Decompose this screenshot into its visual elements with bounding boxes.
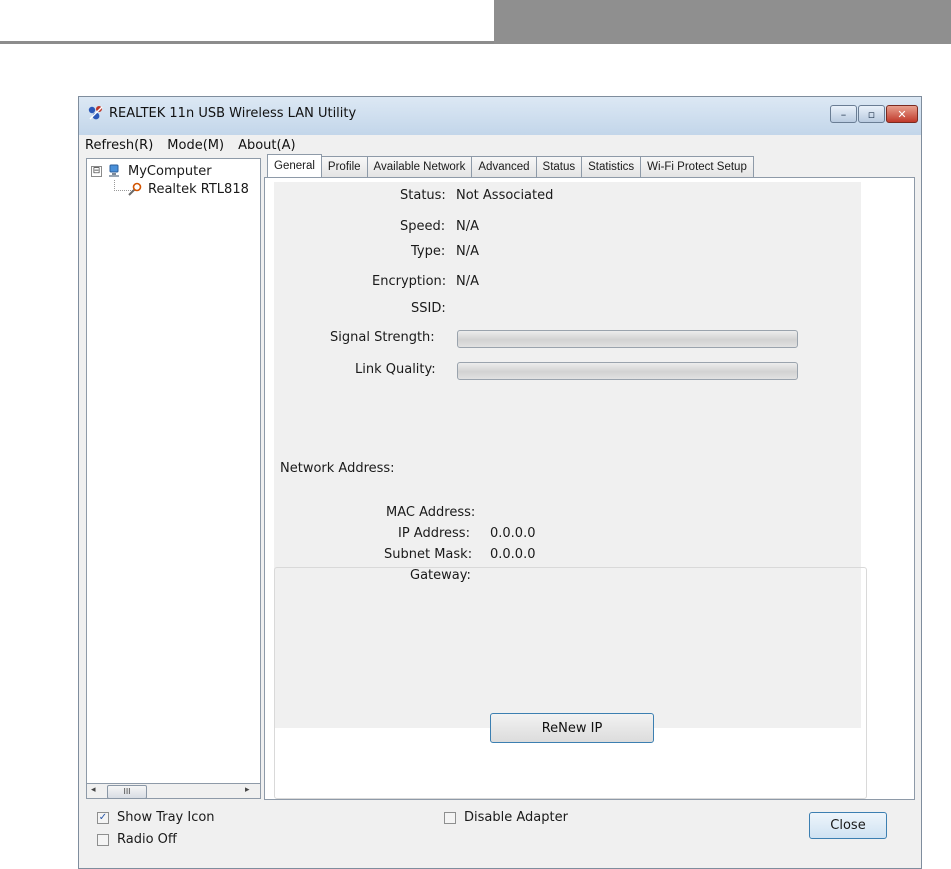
tab-advanced[interactable]: Advanced	[471, 156, 537, 177]
scroll-right-icon[interactable]: ▸	[245, 785, 250, 795]
subnet-mask-label: Subnet Mask:	[384, 547, 473, 562]
tab-status[interactable]: Status	[535, 156, 583, 177]
tab-general[interactable]: General	[267, 154, 322, 177]
network-address-heading: Network Address:	[280, 461, 395, 476]
general-tab-panel: Status: Not Associated Speed: N/A Type: …	[264, 177, 915, 800]
close-button[interactable]: Close	[809, 812, 887, 839]
ip-address-value: 0.0.0.0	[490, 526, 536, 541]
page-header-band	[494, 0, 951, 44]
link-quality-bar	[457, 362, 798, 380]
encryption-value: N/A	[456, 274, 479, 289]
maximize-button[interactable]: ▫	[858, 105, 885, 123]
computer-icon	[109, 164, 119, 177]
tab-strip: General Profile Available Network Advanc…	[267, 154, 754, 178]
minimize-button[interactable]: –	[830, 105, 857, 123]
menu-refresh[interactable]: Refresh(R)	[85, 138, 153, 153]
type-value: N/A	[456, 244, 479, 259]
utility-window: REALTEK 11n USB Wireless LAN Utility – ▫…	[78, 96, 922, 869]
signal-strength-label: Signal Strength:	[330, 330, 435, 345]
show-tray-icon-checkbox[interactable]: ✓	[97, 811, 109, 824]
radio-off-checkbox[interactable]	[97, 833, 109, 846]
scroll-thumb[interactable]: III	[107, 785, 147, 799]
link-quality-label: Link Quality:	[355, 362, 436, 377]
tree-horizontal-scrollbar[interactable]: ◂ III ▸	[86, 783, 261, 799]
realtek-app-icon	[88, 106, 103, 120]
disable-adapter-checkbox[interactable]	[444, 811, 456, 824]
status-label: Status:	[400, 188, 446, 203]
tab-statistics[interactable]: Statistics	[581, 156, 642, 177]
mac-address-label: MAC Address:	[386, 505, 476, 520]
scroll-left-icon[interactable]: ◂	[91, 785, 96, 795]
radio-off-label: Radio Off	[117, 832, 177, 847]
close-window-button[interactable]: ✕	[886, 105, 918, 123]
tab-profile[interactable]: Profile	[320, 156, 368, 177]
title-bar[interactable]: REALTEK 11n USB Wireless LAN Utility – ▫…	[79, 97, 921, 135]
status-value: Not Associated	[456, 188, 554, 203]
type-label: Type:	[411, 244, 446, 259]
ip-address-label: IP Address:	[398, 526, 470, 541]
menu-mode[interactable]: Mode(M)	[167, 138, 224, 153]
disable-adapter-label: Disable Adapter	[464, 810, 568, 825]
collapse-icon[interactable]: ⊟	[91, 165, 102, 177]
tree-item-adapter[interactable]: Realtek RTL818	[127, 181, 249, 197]
page-header-rule	[0, 41, 494, 44]
encryption-label: Encryption:	[372, 274, 447, 289]
ssid-label: SSID:	[411, 301, 446, 316]
tab-available-network[interactable]: Available Network	[366, 156, 473, 177]
subnet-mask-value: 0.0.0.0	[490, 547, 536, 562]
tab-wifi-protect-setup[interactable]: Wi-Fi Protect Setup	[640, 156, 754, 177]
radio-off-option[interactable]: Radio Off	[97, 832, 177, 847]
renew-ip-button[interactable]: ReNew IP	[490, 713, 654, 743]
network-address-group	[274, 567, 867, 799]
menu-bar: Refresh(R) Mode(M) About(A)	[79, 135, 921, 155]
tree-label-mycomputer: MyComputer	[128, 163, 212, 179]
tree-label-adapter: Realtek RTL818	[148, 181, 249, 197]
device-tree: ⊟ MyComputer Realtek RTL818	[86, 158, 261, 799]
speed-label: Speed:	[400, 219, 446, 234]
window-title: REALTEK 11n USB Wireless LAN Utility	[109, 106, 357, 121]
tree-item-mycomputer[interactable]: ⊟ MyComputer	[91, 163, 212, 179]
menu-about[interactable]: About(A)	[238, 138, 295, 153]
wireless-adapter-icon	[128, 182, 142, 196]
signal-strength-bar	[457, 330, 798, 348]
speed-value: N/A	[456, 219, 479, 234]
disable-adapter-option[interactable]: Disable Adapter	[444, 810, 568, 825]
show-tray-icon-option[interactable]: ✓ Show Tray Icon	[97, 810, 215, 825]
show-tray-icon-label: Show Tray Icon	[117, 810, 215, 825]
